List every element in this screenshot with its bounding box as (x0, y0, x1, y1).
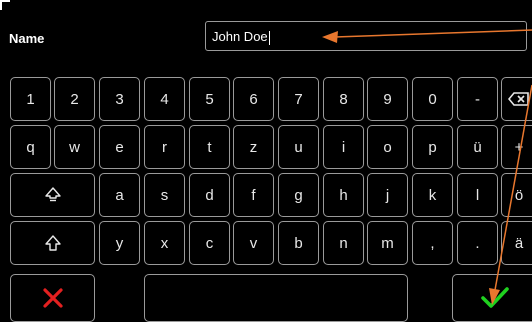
key-t[interactable]: t (189, 125, 230, 169)
confirm-button[interactable] (452, 274, 532, 322)
name-label: Name (9, 31, 45, 46)
key-4[interactable]: 4 (144, 77, 185, 121)
key-h[interactable]: h (323, 173, 364, 217)
shift-icon (44, 235, 62, 251)
key-u-umlaut[interactable]: ü (457, 125, 498, 169)
key-6[interactable]: 6 (233, 77, 274, 121)
name-input-field[interactable]: John Doe (205, 21, 527, 51)
caps-lock-key[interactable] (10, 173, 95, 217)
key-s[interactable]: s (144, 173, 185, 217)
key-1[interactable]: 1 (10, 77, 51, 121)
key-n[interactable]: n (323, 221, 364, 265)
key-comma[interactable]: , (412, 221, 453, 265)
name-input-value: John Doe (212, 29, 268, 44)
key-0[interactable]: 0 (412, 77, 453, 121)
cancel-x-icon (42, 287, 64, 309)
key-a[interactable]: a (99, 173, 140, 217)
key-j[interactable]: j (367, 173, 408, 217)
key-8[interactable]: 8 (323, 77, 364, 121)
key-u[interactable]: u (278, 125, 319, 169)
key-r[interactable]: r (144, 125, 185, 169)
key-d[interactable]: d (189, 173, 230, 217)
key-o[interactable]: o (367, 125, 408, 169)
confirm-check-icon (480, 286, 510, 310)
key-i[interactable]: i (323, 125, 364, 169)
key-period[interactable]: . (457, 221, 498, 265)
key-plus[interactable]: + (501, 125, 532, 169)
key-2[interactable]: 2 (54, 77, 95, 121)
cancel-button[interactable] (10, 274, 95, 322)
text-caret (268, 30, 270, 45)
key-q[interactable]: q (10, 125, 51, 169)
key-o-umlaut[interactable]: ö (501, 173, 532, 217)
key-l[interactable]: l (457, 173, 498, 217)
corner-marker (0, 0, 10, 10)
key-y[interactable]: y (99, 221, 140, 265)
key-x[interactable]: x (144, 221, 185, 265)
backspace-key[interactable] (501, 77, 532, 121)
key-e[interactable]: e (99, 125, 140, 169)
key-p[interactable]: p (412, 125, 453, 169)
key-v[interactable]: v (233, 221, 274, 265)
backspace-icon (508, 92, 530, 106)
key-5[interactable]: 5 (189, 77, 230, 121)
key-w[interactable]: w (54, 125, 95, 169)
key-z[interactable]: z (233, 125, 274, 169)
key-7[interactable]: 7 (278, 77, 319, 121)
key-c[interactable]: c (189, 221, 230, 265)
key-g[interactable]: g (278, 173, 319, 217)
key-f[interactable]: f (233, 173, 274, 217)
key-3[interactable]: 3 (99, 77, 140, 121)
caps-lock-icon (44, 187, 62, 203)
key-9[interactable]: 9 (367, 77, 408, 121)
key-a-umlaut[interactable]: ä (501, 221, 532, 265)
keyboard-screen: Name John Doe 1 2 3 4 5 6 7 8 9 0 - q w … (0, 0, 532, 322)
key-minus[interactable]: - (457, 77, 498, 121)
key-m[interactable]: m (367, 221, 408, 265)
key-b[interactable]: b (278, 221, 319, 265)
shift-key[interactable] (10, 221, 95, 265)
space-key[interactable] (144, 274, 408, 322)
key-k[interactable]: k (412, 173, 453, 217)
